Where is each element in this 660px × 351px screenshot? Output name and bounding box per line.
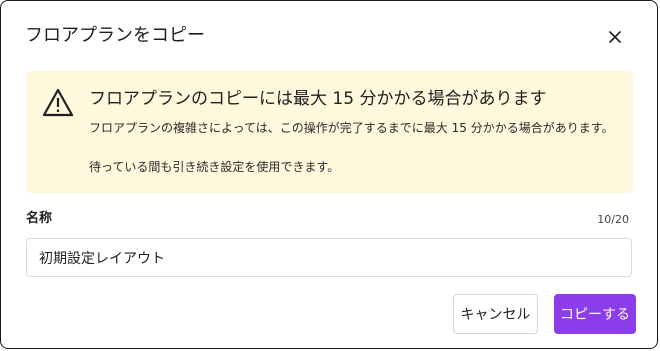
warning-triangle-icon (42, 88, 74, 117)
warning-heading: フロアプランのコピーには最大 15 分かかる場合があります (89, 89, 547, 109)
dialog-title: フロアプランをコピー (25, 25, 205, 46)
copy-button[interactable]: コピーする (554, 294, 636, 334)
character-count: 10/20 (597, 213, 629, 226)
name-input[interactable] (26, 238, 632, 277)
warning-note: 待っている間も引き続き設定を使用できます。 (89, 160, 340, 174)
close-button[interactable] (604, 26, 626, 48)
warning-description: フロアプランの複雑さによっては、この操作が完了するまでに最大 15 分かかる場合… (89, 121, 614, 135)
copy-floorplan-dialog: フロアプランをコピー フロアプランのコピーには最大 15 分かかる場合があります… (0, 0, 658, 349)
close-icon (609, 31, 621, 43)
cancel-button[interactable]: キャンセル (453, 294, 538, 334)
name-field-label: 名称 (26, 211, 53, 226)
warning-notice: フロアプランのコピーには最大 15 分かかる場合があります フロアプランの複雑さ… (26, 71, 633, 193)
